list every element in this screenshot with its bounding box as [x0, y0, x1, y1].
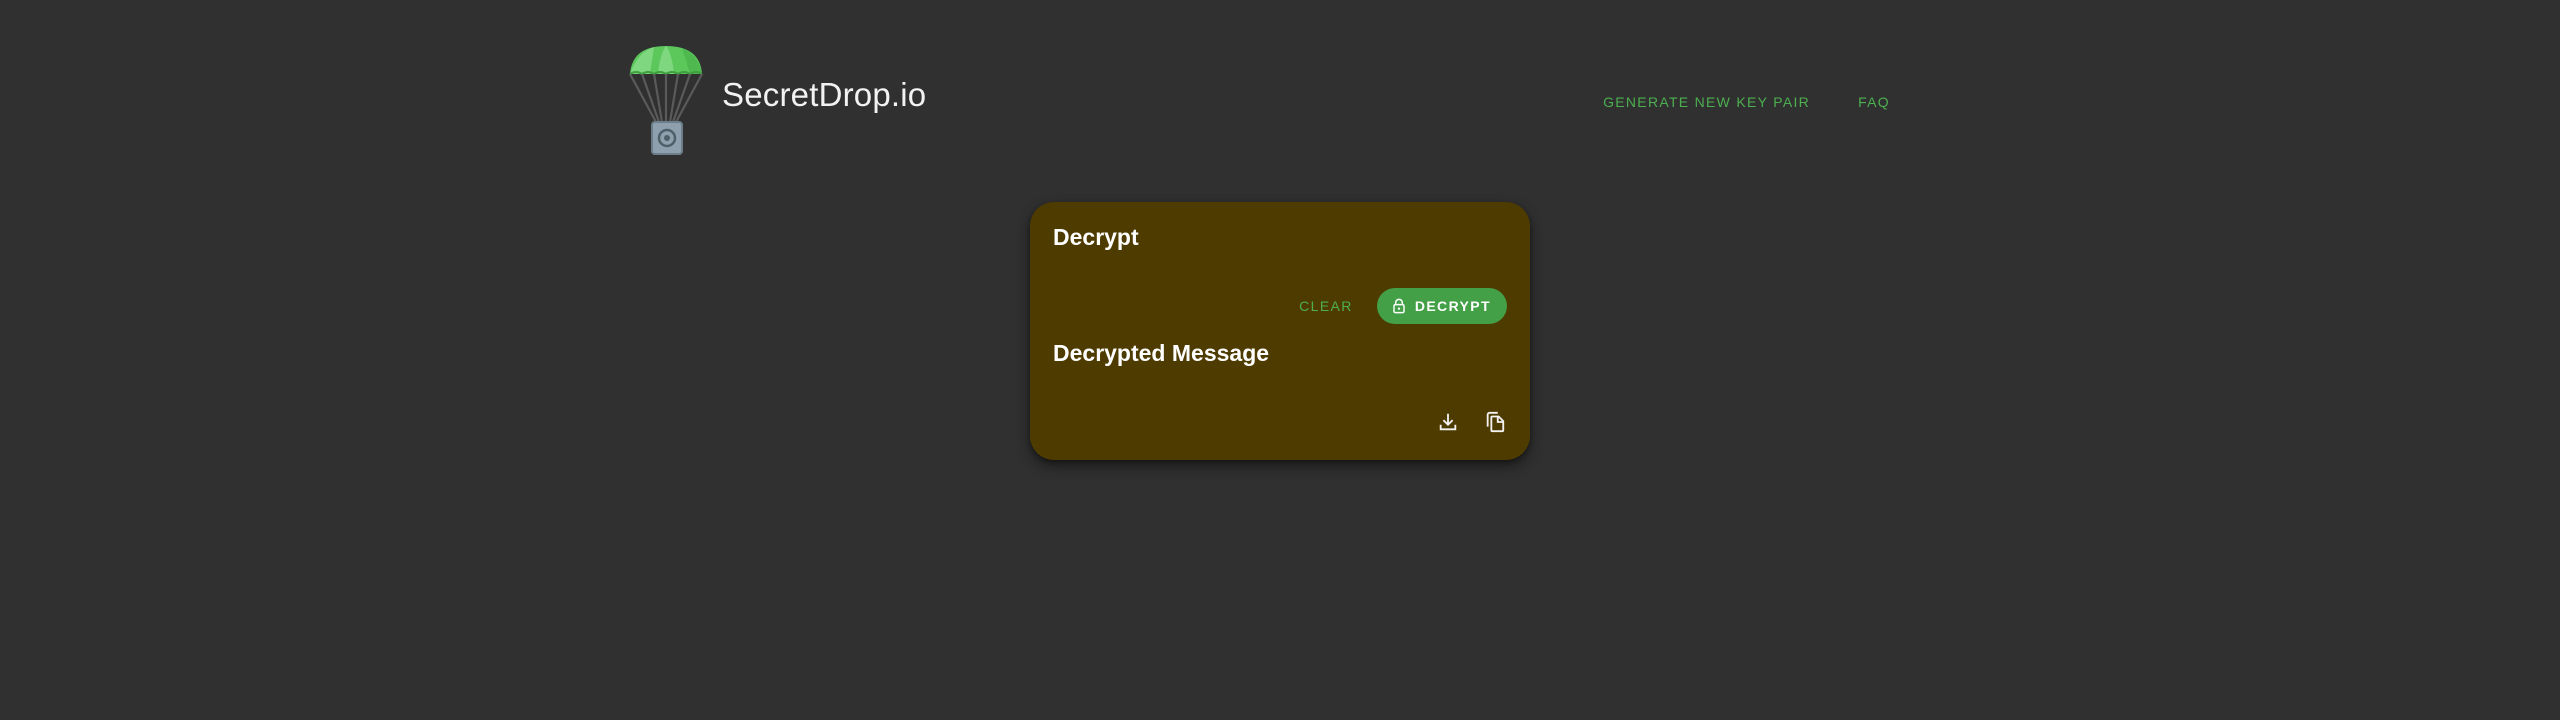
faq-link[interactable]: FAQ: [1850, 88, 1898, 116]
decrypt-button-label: DECRYPT: [1414, 298, 1491, 314]
card-title: Decrypt: [1053, 224, 1139, 250]
decrypted-message-title: Decrypted Message: [1053, 340, 1270, 366]
download-button[interactable]: [1430, 404, 1466, 440]
generate-key-pair-link[interactable]: GENERATE NEW KEY PAIR: [1595, 88, 1818, 116]
copy-icon: [1486, 411, 1505, 433]
brand[interactable]: SecretDrop.io: [628, 44, 926, 156]
parachute-logo-icon: [629, 46, 703, 155]
decrypt-actions: CLEAR DECRYPT: [1287, 288, 1507, 324]
clear-button[interactable]: CLEAR: [1287, 290, 1365, 322]
download-icon: [1439, 413, 1457, 431]
brand-name: SecretDrop.io: [722, 76, 927, 113]
app-header: SecretDrop.io GENERATE NEW KEY PAIR FAQ: [0, 0, 2560, 200]
top-nav: GENERATE NEW KEY PAIR FAQ: [1595, 88, 1898, 116]
decrypt-card: Decrypt CLEAR DECRYPT Decrypted Message: [1030, 202, 1530, 460]
lock-icon: [1393, 298, 1405, 314]
decrypt-button[interactable]: DECRYPT: [1376, 288, 1507, 324]
copy-button[interactable]: [1477, 404, 1513, 440]
